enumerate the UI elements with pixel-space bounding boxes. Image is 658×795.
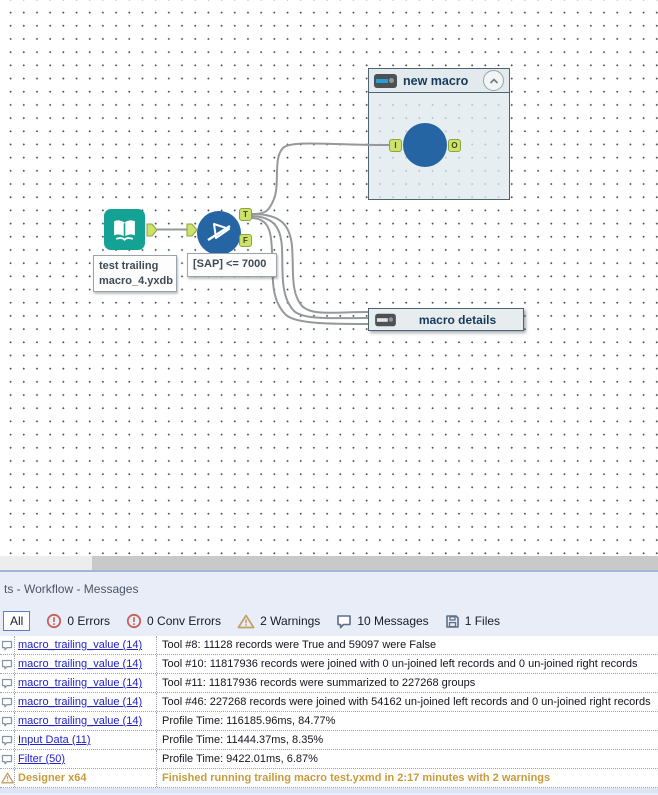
conv-error-icon — [126, 613, 142, 629]
message-bubble-icon — [1, 716, 13, 726]
message-source-link[interactable]: macro_trailing_value (14) — [18, 696, 142, 708]
message-text: Profile Time: 11444.37ms, 8.35% — [162, 734, 324, 746]
macro-tool[interactable] — [403, 123, 447, 167]
input-data-tool[interactable] — [104, 209, 145, 250]
message-row[interactable]: macro_trailing_value (14) Tool #10: 1181… — [0, 655, 658, 674]
message-row-icon — [0, 712, 15, 730]
wire-filter-to-macro[interactable] — [251, 142, 390, 215]
message-text: Profile Time: 116185.96ms, 84.77% — [162, 715, 336, 727]
workflow-canvas[interactable]: new macro I O T F test trailing macro_4.… — [0, 0, 658, 556]
results-panel-title: ts - Workflow - Messages — [4, 582, 139, 596]
message-source-link[interactable]: macro_trailing_value (14) — [18, 658, 142, 670]
message-text: Finished running trailing macro test.yxm… — [162, 772, 551, 784]
errors-count-label: 0 Errors — [67, 614, 111, 628]
conv-errors-count-label: 0 Conv Errors — [147, 614, 222, 628]
message-text: Tool #11: 11817936 records were summariz… — [162, 677, 476, 689]
input-output-anchor[interactable] — [146, 223, 158, 237]
filter-false-anchor[interactable]: F — [239, 234, 252, 247]
files-count-label: 1 Files — [464, 614, 501, 628]
message-text: Tool #46: 227268 records were joined wit… — [162, 696, 651, 708]
filter-conv-errors-button[interactable]: 0 Conv Errors — [126, 613, 221, 629]
results-toolbar: All 0 Errors 0 Conv Errors 2 Warnings 10… — [0, 606, 658, 636]
message-row-icon — [0, 655, 15, 673]
message-bubble-icon — [1, 735, 13, 745]
message-text: Tool #10: 11817936 records were joined w… — [162, 658, 638, 670]
message-row-icon — [0, 769, 15, 787]
filter-true-anchor[interactable]: T — [239, 208, 252, 221]
filter-input-anchor[interactable] — [186, 223, 198, 237]
input-tool-annotation[interactable]: test trailing macro_4.yxdb — [93, 255, 177, 292]
message-row-icon — [0, 636, 15, 654]
message-row[interactable]: Designer x64 Finished running trailing m… — [0, 769, 658, 788]
filter-tool[interactable] — [197, 211, 241, 255]
filter-warnings-button[interactable]: 2 Warnings — [237, 614, 320, 629]
message-source-link[interactable]: Filter (50) — [18, 753, 65, 765]
message-bubble-icon — [1, 640, 13, 650]
message-source-link[interactable]: macro_trailing_value (14) — [18, 639, 142, 651]
file-save-icon — [445, 614, 459, 628]
message-row[interactable]: Input Data (11) Profile Time: 11444.37ms… — [0, 731, 658, 750]
warnings-count-label: 2 Warnings — [260, 614, 321, 628]
container-title: macro details — [418, 312, 497, 327]
message-row-icon — [0, 693, 15, 711]
message-source-link[interactable]: macro_trailing_value (14) — [18, 677, 142, 689]
message-row[interactable]: macro_trailing_value (14) Tool #8: 11128… — [0, 636, 658, 655]
message-source-link[interactable]: Input Data (11) — [18, 734, 91, 746]
message-bubble-icon — [1, 678, 13, 688]
filter-all-button[interactable]: All — [3, 611, 31, 631]
message-bubble-icon — [337, 614, 352, 628]
tool-container-icon — [375, 313, 396, 326]
filter-files-button[interactable]: 1 Files — [445, 614, 500, 629]
message-row[interactable]: Filter (50) Profile Time: 9422.01ms, 6.8… — [0, 750, 658, 769]
open-book-icon — [114, 220, 135, 241]
message-text: Profile Time: 9422.01ms, 6.87% — [162, 753, 318, 765]
filter-errors-button[interactable]: 0 Errors — [46, 613, 110, 629]
alteryx-designer-window: new macro I O T F test trailing macro_4.… — [0, 0, 658, 795]
message-rows: macro_trailing_value (14) Tool #8: 11128… — [0, 636, 658, 788]
filter-messages-button[interactable]: 10 Messages — [336, 614, 429, 629]
message-row[interactable]: macro_trailing_value (14) Tool #46: 2272… — [0, 693, 658, 712]
error-icon — [47, 613, 62, 629]
message-bubble-icon — [1, 754, 13, 764]
macro-input-anchor[interactable]: I — [389, 139, 402, 152]
message-source-link[interactable]: macro_trailing_value (14) — [18, 715, 142, 727]
message-row[interactable]: macro_trailing_value (14) Profile Time: … — [0, 712, 658, 731]
message-row[interactable]: macro_trailing_value (14) Tool #11: 1181… — [0, 674, 658, 693]
message-row-icon — [0, 731, 15, 749]
messages-count-label: 10 Messages — [357, 614, 429, 628]
message-text: Tool #8: 11128 records were True and 590… — [162, 639, 437, 651]
message-bubble-icon — [1, 697, 13, 707]
filter-funnel-icon — [207, 223, 231, 242]
filter-tool-annotation[interactable]: [SAP] <= 7000 — [187, 253, 277, 277]
message-row-icon — [0, 674, 15, 692]
results-panel: ts - Workflow - Messages All 0 Errors 0 … — [0, 570, 658, 795]
panel-footer-strip — [0, 788, 658, 793]
warning-icon — [0, 772, 14, 784]
tool-container-macro-details[interactable]: macro details — [368, 308, 524, 331]
message-row-icon — [0, 750, 15, 768]
warning-icon — [237, 614, 255, 628]
message-bubble-icon — [1, 659, 13, 669]
canvas-horizontal-scrollbar[interactable] — [0, 556, 658, 570]
macro-output-anchor[interactable]: O — [448, 139, 461, 152]
scrollbar-thumb[interactable] — [92, 556, 658, 570]
message-source-link[interactable]: Designer x64 — [18, 772, 86, 784]
